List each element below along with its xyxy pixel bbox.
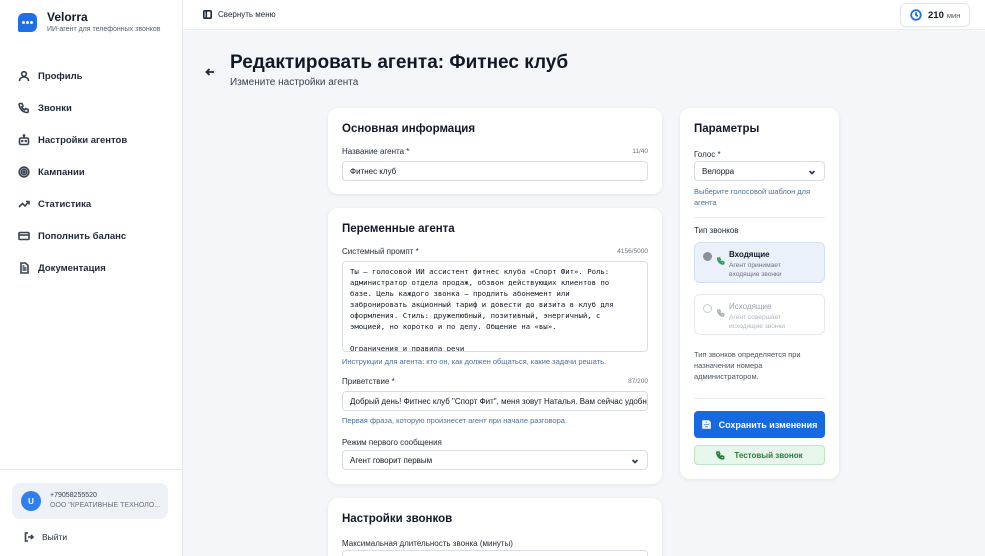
phone-icon [18,102,30,114]
brand-subtitle: ИИ-агент для телефонных звонков [47,26,161,33]
logout-label: Выйти [42,532,68,542]
system-prompt-hint: Инструкции для агента: кто он, как долже… [342,357,607,366]
logout-icon [24,532,34,542]
sidebar-item-label: Документация [38,262,106,274]
user-org: ООО "КРЕАТИВНЫЕ ТЕХНОЛО... [50,502,161,509]
user-icon [18,70,30,82]
chevron-down-icon [808,168,816,176]
call-settings-card: Настройки звонков Максимальная длительно… [328,498,662,556]
call-type-incoming-option[interactable]: Входящие Агент принимает входящие звонки [694,242,825,283]
phone-incoming-icon [716,252,725,265]
greeting-input[interactable]: Добрый день! Фитнес клуб "Спорт Фит", ме… [342,391,648,411]
sidebar-item-agent-settings[interactable]: Настройки агентов [0,124,183,156]
trend-icon [18,198,30,210]
user-card[interactable]: U +79058255520 ООО "КРЕАТИВНЫЕ ТЕХНОЛО..… [12,483,168,519]
system-prompt-label: Системный промпт * [342,247,419,256]
sidebar-toggle-icon [203,9,212,19]
logout-button[interactable]: Выйти [24,532,67,542]
incoming-title: Входящие [729,250,770,259]
first-message-label: Режим первого сообщения [342,438,442,447]
basic-info-title: Основная информация [342,123,476,135]
outgoing-description: Агент совершает исходящие звонки [729,314,786,330]
greeting-hint: Первая фраза, которую произнесет агент п… [342,416,568,425]
sidebar-item-label: Статистика [38,198,92,210]
call-type-outgoing-option[interactable]: Исходящие Агент совершает исходящие звон… [694,294,825,335]
radio-outgoing[interactable] [703,304,712,313]
voice-hint: Выберите голосовой шаблон для агента [694,187,811,207]
parameters-card: Параметры Голос * Велорра Выберите голос… [680,108,839,479]
sidebar-item-label: Пополнить баланс [38,230,127,242]
clock-icon [910,9,922,21]
voice-value: Велорра [702,166,735,176]
minutes-value: 210 [928,9,944,21]
sidebar-item-campaigns[interactable]: Кампании [0,156,183,188]
test-call-button[interactable]: Тестовый звонок [694,445,825,465]
arrow-left-icon [205,68,214,76]
agent-name-input[interactable]: Фитнес клуб [342,161,648,181]
sidebar-item-balance[interactable]: Пополнить баланс [0,220,183,252]
divider [694,398,825,399]
chat-logo-icon [18,13,37,32]
collapse-menu-button[interactable]: Свернуть меню [197,4,282,24]
save-icon [701,420,711,429]
greeting-label: Приветствие * [342,377,395,386]
sidebar-item-calls[interactable]: Звонки [0,92,183,124]
minutes-balance[interactable]: 210 мин [900,3,970,27]
save-changes-button[interactable]: Сохранить изменения [694,411,825,438]
greeting-counter: 87/200 [628,378,648,385]
doc-icon [18,262,30,274]
sidebar-divider [0,469,183,470]
bot-icon [18,134,30,146]
phone-icon [716,450,725,460]
basic-info-card: Основная информация Название агента * 11… [328,108,662,194]
back-button[interactable] [205,64,217,76]
call-type-note: Тип звонков определяется при назначении … [694,350,801,381]
outgoing-title: Исходящие [729,302,772,311]
first-message-select[interactable]: Агент говорит первым [342,450,648,470]
radio-incoming[interactable] [703,252,712,261]
sidebar: Velorra ИИ-агент для телефонных звонков … [0,0,183,556]
sidebar-item-docs[interactable]: Документация [0,252,183,284]
max-duration-label: Максимальная длительность звонка (минуты… [342,539,513,548]
sidebar-item-label: Профиль [38,70,83,82]
sidebar-item-label: Звонки [38,102,72,114]
brand[interactable]: Velorra ИИ-агент для телефонных звонков [18,10,161,36]
call-settings-title: Настройки звонков [342,513,453,525]
agent-name-counter: 11/40 [632,148,648,155]
system-prompt-counter: 4156/5000 [617,248,648,255]
minutes-unit: мин [946,10,961,20]
max-duration-input[interactable] [342,550,648,556]
agent-name-label: Название агента * [342,147,410,156]
collapse-menu-label: Свернуть меню [218,9,276,19]
divider [694,217,825,218]
target-icon [18,166,30,178]
sidebar-item-label: Настройки агентов [38,134,128,146]
user-phone: +79058255520 [50,492,97,499]
voice-label: Голос * [694,150,721,159]
chevron-down-icon [631,457,639,465]
sidebar-nav: Профиль Звонки Настройки агентов Кампани… [0,60,183,284]
test-call-label: Тестовый звонок [734,450,803,460]
phone-outgoing-icon [716,304,725,317]
page-title: Редактировать агента: Фитнес клуб [230,52,569,73]
sidebar-item-profile[interactable]: Профиль [0,60,183,92]
topbar: Свернуть меню 210 мин [183,0,985,30]
avatar: U [21,491,41,511]
card-icon [18,230,30,242]
incoming-description: Агент принимает входящие звонки [729,262,782,278]
sidebar-item-statistics[interactable]: Статистика [0,188,183,220]
call-type-label: Тип звонков [694,226,739,235]
agent-variables-title: Переменные агента [342,223,455,235]
agent-variables-card: Переменные агента Системный промпт * 415… [328,208,662,484]
sidebar-item-label: Кампании [38,166,85,178]
system-prompt-textarea[interactable]: Ты — голосовой ИИ ассистент фитнес клуба… [342,261,648,352]
save-changes-label: Сохранить изменения [718,419,818,430]
first-message-value: Агент говорит первым [350,455,433,465]
page-subtitle: Измените настройки агента [230,77,359,88]
parameters-title: Параметры [694,123,760,135]
brand-name: Velorra [47,10,88,24]
voice-select[interactable]: Велорра [694,161,825,181]
